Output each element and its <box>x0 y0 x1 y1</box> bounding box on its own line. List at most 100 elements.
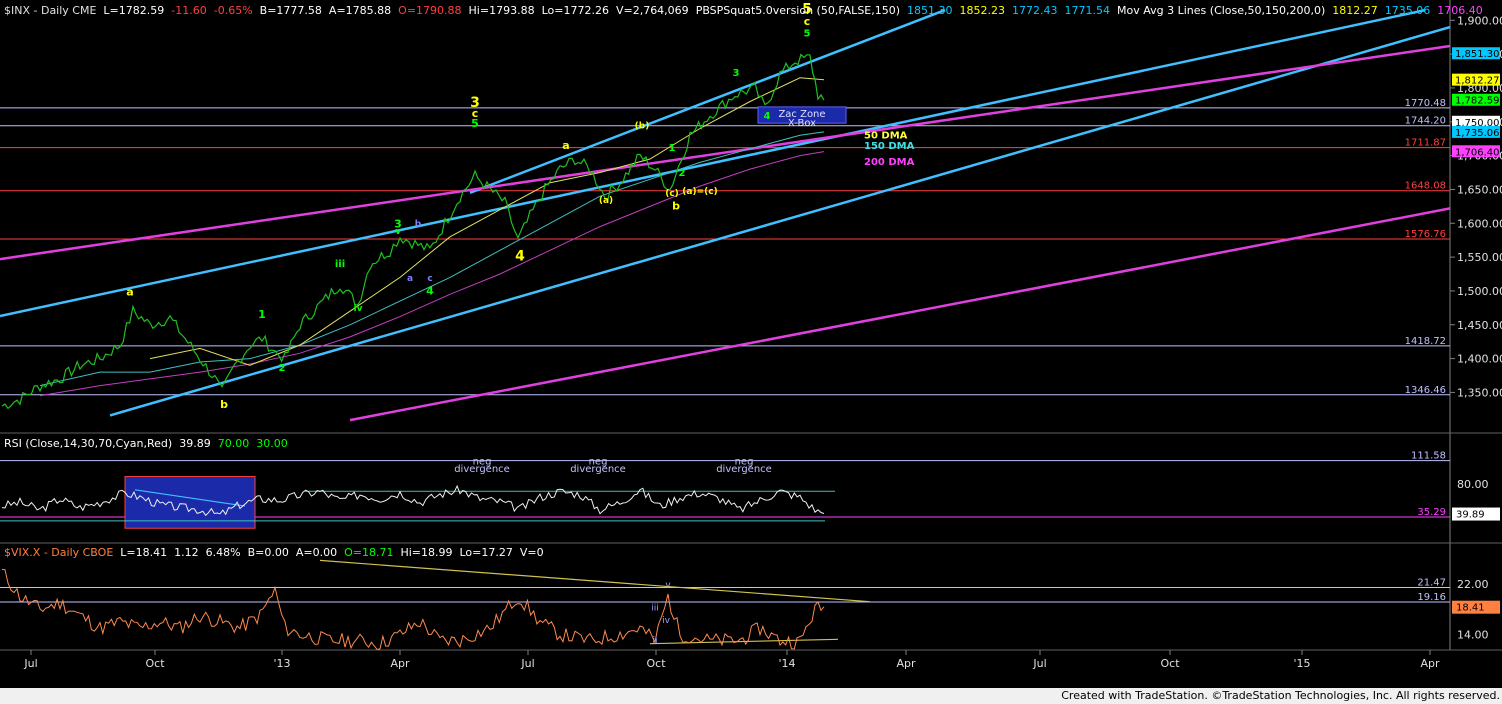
horizontal-level-label: 1711.87 <box>1405 138 1446 149</box>
wave-label: (b) <box>635 122 650 132</box>
wave-label: (a) <box>599 196 613 206</box>
price-header-item: 1771.54 <box>1065 4 1111 17</box>
time-tick-label: Apr <box>1420 657 1440 670</box>
rsi-note: divergence <box>570 464 626 475</box>
wave-label: 1 <box>258 308 266 321</box>
rsi-header-item: 70.00 <box>218 437 250 450</box>
wave-label: a <box>126 286 133 299</box>
price-header-item: Lo=1772.26 <box>542 4 609 17</box>
rsi-note: divergence <box>454 464 510 475</box>
wave-label: (a)=(c) <box>682 187 717 197</box>
wave-label: 1 <box>669 143 676 154</box>
price-header-item: 1706.40 <box>1437 4 1483 17</box>
vix-wave-label: v <box>665 580 671 590</box>
rsi-level-label: 35.29 <box>1417 507 1446 518</box>
time-tick-label: '15 <box>1293 657 1310 670</box>
dma-label: 200 DMA <box>864 157 915 168</box>
price-header-item: -0.65% <box>214 4 253 17</box>
rsi-header-item: 30.00 <box>256 437 288 450</box>
price-value-tag-label: 1,735.06 <box>1455 128 1500 139</box>
footer-bar: Created with TradeStation. ©TradeStation… <box>0 688 1502 704</box>
time-tick-label: Jul <box>23 657 37 670</box>
vix-header-item: 6.48% <box>206 546 241 559</box>
horizontal-level-label: 1346.46 <box>1405 385 1446 396</box>
vix-wave-label: iv <box>662 616 671 626</box>
vix-wave-label: ii <box>652 636 657 646</box>
price-value-tag-label: 1,851.30 <box>1455 49 1500 60</box>
price-tick-label: 1,350.00 <box>1457 386 1502 399</box>
rsi-note: divergence <box>716 464 772 475</box>
price-tick-label: 1,550.00 <box>1457 251 1502 264</box>
price-header-item: B=1777.58 <box>260 4 322 17</box>
vix-tick-label: 14.00 <box>1457 628 1489 641</box>
wave-label: iii <box>335 259 345 270</box>
wave-label: (c) <box>665 189 679 199</box>
price-header-item: 1851.30 <box>907 4 953 17</box>
price-tick-label: 1,400.00 <box>1457 353 1502 366</box>
horizontal-level-label: 1418.72 <box>1405 336 1446 347</box>
vix-header-item: $VIX.X - Daily CBOE <box>4 546 113 559</box>
wave-label: 4 <box>764 111 771 122</box>
wave-label: b <box>672 200 680 213</box>
price-header-item: 1772.43 <box>1012 4 1058 17</box>
price-header-item: O=1790.88 <box>398 4 461 17</box>
price-header-item: A=1785.88 <box>329 4 391 17</box>
price-tick-label: 1,650.00 <box>1457 183 1502 196</box>
vix-header-item: O=18.71 <box>344 546 393 559</box>
footer-credit: Created with TradeStation. ©TradeStation… <box>1061 689 1500 702</box>
wave-label: v <box>395 227 401 237</box>
vix-header-item: L=18.41 <box>120 546 167 559</box>
zac-zone-label: X-Box <box>788 118 816 129</box>
price-tick-label: 1,450.00 <box>1457 319 1502 332</box>
wave-label: 2 <box>279 363 286 374</box>
price-header-item: $INX - Daily CME <box>4 4 96 17</box>
wave-label: 3 <box>733 68 740 79</box>
horizontal-level-label: 1770.48 <box>1405 98 1446 109</box>
chart-svg[interactable]: 1,350.00 1,400.00 1,450.00 1,500.00 1,550.00… <box>0 0 1502 688</box>
price-header-item: -11.60 <box>171 4 206 17</box>
rsi-level-label: 111.58 <box>1411 451 1446 462</box>
price-tick-label: 1,600.00 <box>1457 217 1502 230</box>
time-tick-label: Apr <box>390 657 410 670</box>
wave-label: c <box>427 274 432 284</box>
price-value-tag-label: 1,782.59 <box>1455 96 1500 107</box>
wave-label: iv <box>354 304 363 314</box>
price-header-item: V=2,764,069 <box>616 4 689 17</box>
dma-label: 150 DMA <box>864 141 915 152</box>
time-tick-label: Oct <box>1160 657 1180 670</box>
time-tick-label: Oct <box>646 657 666 670</box>
price-tick-label: 1,500.00 <box>1457 285 1502 298</box>
vix-header-item: A=0.00 <box>296 546 337 559</box>
horizontal-level-label: 1648.08 <box>1405 181 1446 192</box>
vix-header-item: V=0 <box>520 546 544 559</box>
wave-label: 2 <box>679 168 686 179</box>
price-header-item: 1812.27 <box>1332 4 1378 17</box>
rsi-header-item: 39.89 <box>179 437 211 450</box>
wave-label: 4 <box>426 284 434 297</box>
time-tick-label: '14 <box>778 657 795 670</box>
wave-label: 5 <box>804 29 811 40</box>
time-tick-label: Oct <box>145 657 165 670</box>
vix-header-item: Lo=17.27 <box>460 546 513 559</box>
vix-level-label: 21.47 <box>1417 578 1446 589</box>
time-tick-label: Apr <box>896 657 916 670</box>
wave-label: a <box>407 274 413 284</box>
vix-header-item: B=0.00 <box>248 546 289 559</box>
price-header-item: 1735.06 <box>1385 4 1431 17</box>
vix-value-tag-label: 18.41 <box>1456 603 1485 614</box>
rsi-tick-label: 80.00 <box>1457 478 1489 491</box>
vix-wave-label: iii <box>651 604 659 614</box>
price-value-tag-label: 1,812.27 <box>1455 76 1500 87</box>
time-tick-label: Jul <box>1032 657 1046 670</box>
vix-tick-label: 22.00 <box>1457 578 1489 591</box>
price-header-item: Mov Avg 3 Lines (Close,50,150,200,0) <box>1117 4 1325 17</box>
wave-label: a <box>562 139 569 152</box>
price-header-item: PBSPSquat5.0version (50,FALSE,150) <box>696 4 900 17</box>
time-tick-label: '13 <box>273 657 290 670</box>
vix-level-label: 19.16 <box>1417 592 1446 603</box>
chart-window: 1,350.00 1,400.00 1,450.00 1,500.00 1,550.00… <box>0 0 1502 704</box>
vix-header-item: Hi=18.99 <box>400 546 452 559</box>
price-value-tag-label: 1,706.40 <box>1455 147 1500 158</box>
wave-label: b <box>220 398 228 411</box>
wave-label: 4 <box>515 248 525 264</box>
